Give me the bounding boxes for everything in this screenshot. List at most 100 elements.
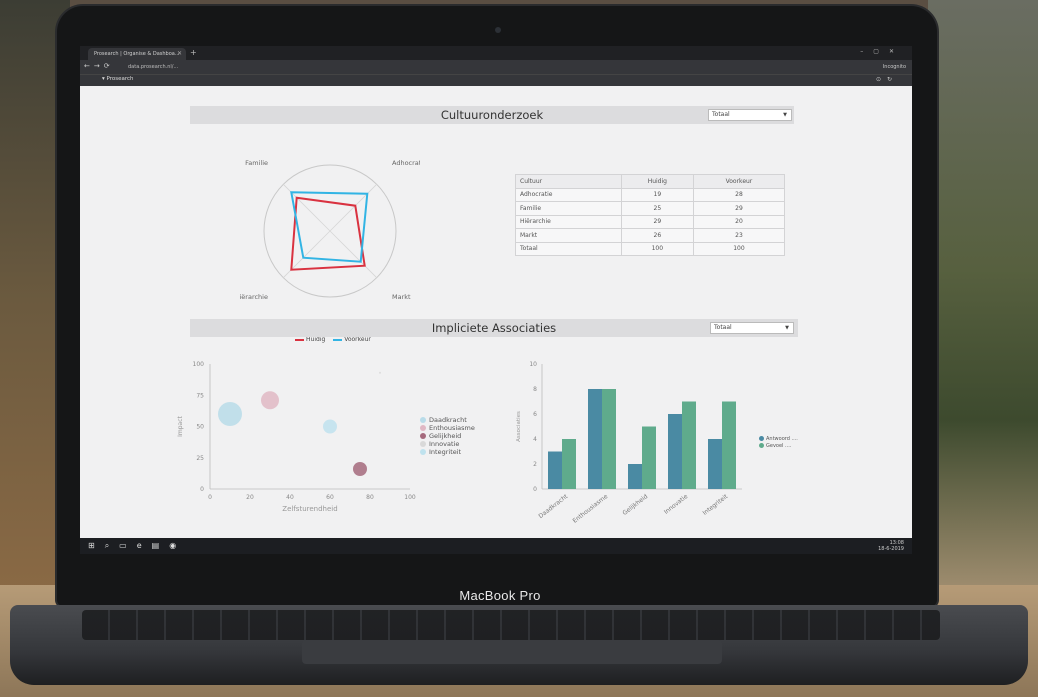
webcam-icon (495, 27, 501, 33)
bubble-chart: 0 20 40 60 80 100 0 25 50 75 100 Zelfsturendheid Imp… (177, 361, 416, 513)
table-header: Cultuur (515, 174, 622, 189)
browser-tab-strip: Prosearch | Organise & Dashboa... ✕ + –▢… (80, 46, 912, 60)
associations-filter-select[interactable]: Totaal ▼ (710, 322, 794, 334)
table-row: Hiërarchie 29 20 (515, 214, 786, 229)
bar-gelijkheid-2 (642, 426, 656, 489)
table-row: Markt 26 23 (515, 228, 786, 243)
y-tick-label: 8 (533, 386, 537, 393)
background-right (928, 0, 1038, 600)
y-tick-label: 25 (196, 455, 204, 462)
section-title: Cultuuronderzoek (440, 108, 544, 122)
bookmark-label: Prosearch (106, 76, 134, 82)
url-field[interactable]: data.prosearch.nl/... (128, 62, 178, 72)
bar-enthousiasme-2 (602, 389, 616, 489)
laptop-screen: Prosearch | Organise & Dashboa... ✕ + –▢… (80, 46, 912, 554)
clock-date: 18-6-2019 (878, 546, 904, 552)
bookmark-bar-icons[interactable]: ⊙↻ (876, 76, 898, 83)
y-tick-label: 4 (533, 436, 537, 443)
radar-axis (329, 230, 377, 278)
bubble-legend: Daadkracht Enthousiasme Gelijkheid Innov… (420, 416, 475, 456)
x-tick-label: Gelijkheid (621, 493, 649, 517)
x-tick-label: 20 (246, 494, 254, 501)
bar-daadkracht-2 (562, 439, 576, 489)
bookmarks-bar: ▾ Prosearch ⊙↻ (80, 74, 912, 86)
table-total-row: Totaal 100 100 (515, 241, 786, 256)
y-tick-label: 6 (533, 411, 537, 418)
radar-axis (329, 184, 377, 232)
tab-title: Prosearch | Organise & Dashboa... (94, 51, 180, 57)
bar-daadkracht-1 (548, 451, 562, 489)
radar-legend: Huidig Voorkeur (295, 336, 377, 343)
bar-innovatie-1 (668, 414, 682, 489)
table-cell: Markt (515, 228, 622, 243)
bubble-innovatie (379, 371, 381, 374)
x-tick-label: 60 (326, 494, 334, 501)
bar-enthousiasme-1 (588, 389, 602, 489)
legend-item: Gevoel .... (759, 443, 798, 450)
bookmark-item[interactable]: ▾ Prosearch (102, 76, 134, 82)
legend-item: Daadkracht (420, 416, 475, 424)
y-tick-label: 10 (529, 361, 537, 368)
laptop-brand: MacBook Pro (459, 588, 541, 603)
legend-item: Antwoord .... (759, 436, 798, 443)
table-cell: 28 (692, 187, 786, 202)
x-tick-label: Innovatie (663, 493, 690, 516)
taskbar: ⊞⌕▭e▤◉ 13:08 18-6-2019 (80, 538, 912, 554)
y-tick-label: 0 (533, 486, 537, 493)
bubble-daadkracht (218, 402, 242, 426)
x-tick-label: 80 (366, 494, 374, 501)
taskbar-icons[interactable]: ⊞⌕▭e▤◉ (88, 541, 186, 551)
select-value: Totaal (712, 111, 730, 118)
table-cell: Hiërarchie (515, 214, 622, 229)
close-icon[interactable]: ✕ (177, 48, 182, 60)
bar-innovatie-2 (682, 401, 696, 489)
y-tick-label: 50 (196, 424, 204, 431)
table-cell: 29 (620, 214, 694, 229)
legend-item: Enthousiasme (420, 424, 475, 432)
x-tick-label: Integriteit (702, 493, 730, 517)
navigation-icons[interactable]: ←→⟳ (84, 62, 114, 70)
legend-item-voorkeur: Voorkeur (333, 336, 371, 343)
table-cell: 100 (692, 241, 786, 256)
chevron-down-icon: ▼ (783, 112, 787, 118)
x-tick-label: Enthousiasme (572, 493, 610, 525)
radar-category-label: Hiërarchie (240, 293, 268, 301)
table-cell: 23 (692, 228, 786, 243)
associations-section-header: Impliciete Associaties Totaal ▼ (190, 319, 798, 337)
culture-table: Cultuur Huidig Voorkeur Adhocratie 19 28… (515, 174, 786, 256)
table-cell: Adhocratie (515, 187, 622, 202)
browser-tab[interactable]: Prosearch | Organise & Dashboa... ✕ (88, 48, 186, 60)
bar-integriteit-1 (708, 439, 722, 489)
bar-legend: Antwoord .... Gevoel .... (759, 436, 798, 450)
legend-item: Innovatie (420, 440, 475, 448)
y-axis-label: Impact (177, 415, 184, 436)
x-axis-label: Zelfsturendheid (282, 505, 337, 513)
address-bar: ←→⟳ data.prosearch.nl/... Incognito (80, 60, 912, 74)
culture-filter-select[interactable]: Totaal ▼ (708, 109, 792, 121)
bubble-enthousiasme (261, 391, 279, 410)
y-axis-label: Associaties (516, 411, 522, 442)
chevron-down-icon: ▼ (785, 325, 789, 331)
table-cell: 20 (692, 214, 786, 229)
y-tick-label: 2 (533, 461, 537, 468)
table-cell: Totaal (515, 241, 622, 256)
legend-item-huidig: Huidig (295, 336, 325, 343)
radar-category-label: Adhocratie (392, 159, 420, 167)
table-cell: Familie (515, 201, 622, 216)
table-cell: 26 (620, 228, 694, 243)
y-tick-label: 100 (193, 361, 205, 368)
profile-label[interactable]: Incognito (883, 62, 906, 72)
culture-section-header: Cultuuronderzoek Totaal ▼ (190, 106, 794, 124)
trackpad (302, 640, 722, 664)
x-tick-label: 100 (404, 494, 416, 501)
x-tick-label: Daadkracht (537, 493, 569, 520)
bubble-integriteit (323, 419, 337, 434)
new-tab-icon[interactable]: + (190, 48, 197, 57)
window-controls[interactable]: –▢✕ (860, 48, 904, 55)
system-tray-clock[interactable]: 13:08 18-6-2019 (878, 540, 904, 552)
table-row: Adhocratie 19 28 (515, 187, 786, 202)
y-tick-label: 0 (200, 486, 204, 493)
table-header: Voorkeur (692, 174, 786, 189)
bubble-gelijkheid (353, 462, 367, 476)
legend-item: Gelijkheid (420, 432, 475, 440)
